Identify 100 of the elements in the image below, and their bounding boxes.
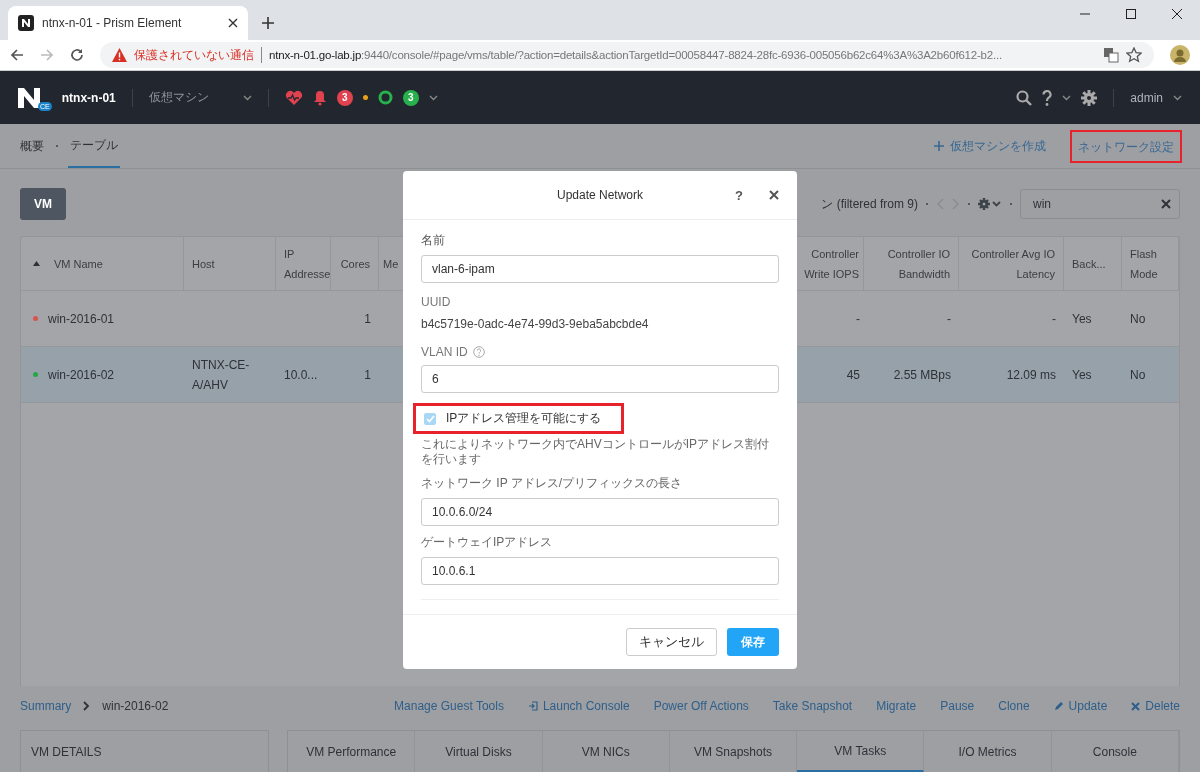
close-icon[interactable] [228,18,238,28]
search-field[interactable]: win [1020,189,1180,219]
bell-icon[interactable] [312,89,327,106]
star-icon[interactable] [1126,47,1142,63]
column-header[interactable]: IP Addresse [284,243,330,284]
table-cell-text: Yes [1072,366,1092,384]
maximize-icon[interactable] [1126,9,1136,19]
delete-icon [1131,701,1141,711]
table-cell-text: 12.09 ms [1006,366,1056,384]
cancel-button[interactable]: キャンセル [626,628,717,656]
settings-icon[interactable] [1081,89,1098,106]
view-tab[interactable]: 概要 [18,124,46,168]
table-cell-text: 10.0... [284,366,318,384]
action-link[interactable]: Manage Guest Tools [394,699,504,713]
action-link[interactable]: Clone [998,699,1030,713]
save-button[interactable]: 保存 [727,628,779,656]
caret-icon[interactable] [428,94,438,101]
status-dot-icon [362,95,368,100]
action-link[interactable]: Pause [940,699,975,713]
vm-button[interactable]: VM [20,188,66,220]
new-tab-icon[interactable] [262,17,274,29]
column-header[interactable]: Me [383,253,399,274]
breadcrumb-link[interactable]: Summary [20,699,72,713]
logo-icon [18,15,34,31]
alert-count[interactable]: 3 [336,89,353,106]
column-header[interactable]: Controller Avg IO Latency [967,243,1055,284]
field-label: UUID [421,295,452,309]
cluster-name[interactable]: ntnx-n-01 [61,90,116,105]
plus-icon [934,141,944,151]
checkbox-label[interactable]: IPアドレス管理を可能にする [446,410,602,427]
table-cell-text: - [947,310,951,328]
tab-title: ntnx-n-01 - Prism Element [42,16,183,30]
table-cell-text: 2.55 MBps [893,366,951,384]
field-label: ゲートウェイIPアドレス [421,534,554,551]
column-header[interactable]: Controller IO Bandwidth [872,243,950,284]
column-header[interactable]: Back... [1072,253,1106,274]
column-header[interactable]: VM Name [54,253,103,274]
details-tab[interactable]: VM Tasks [797,731,925,772]
section-menu[interactable]: 仮想マシン [148,89,209,106]
gateway-field[interactable]: 10.0.6.1 [421,557,779,585]
action-link[interactable]: Power Off Actions [653,699,749,713]
caret-icon[interactable] [242,94,252,101]
details-tab[interactable]: VM NICs [542,731,670,772]
sort-icon[interactable] [33,261,40,266]
browser-tab[interactable]: ntnx-n-01 - Prism Element [8,6,248,40]
action-link[interactable]: Take Snapshot [772,699,853,713]
close-icon[interactable] [1172,9,1182,19]
table-cell-text: win-2016-02 [48,366,115,384]
column-header[interactable]: Cores [340,253,370,274]
table-cell-text: win-2016-01 [48,310,115,328]
dialog-title: Update Network [556,188,645,202]
back-icon[interactable] [10,48,24,62]
table-cell-text: No [1130,310,1146,328]
details-tab[interactable]: I/O Metrics [924,731,1052,772]
table-cell-text: Yes [1072,310,1092,328]
close-icon[interactable] [769,190,779,200]
action-link[interactable]: Launch Console [527,699,630,713]
clear-icon[interactable] [1161,199,1171,209]
launch-icon [527,701,538,711]
action-link[interactable]: Update [1053,699,1108,713]
health-count[interactable]: 3 [402,89,419,106]
uuid-value: b4c5719e-0adc-4e74-99d3-9eba5abcbde4 [421,317,650,331]
column-header[interactable]: Host [192,253,215,274]
address-bar[interactable]: 保護されていない通信 ntnx-n-01.go-lab.jp:9440/console/#page/vms/table/?action=details&actionTargetId=00058447-8824-28fc-6936-005056b62c64%3A%3A2b60f612-b2... [100,42,1154,68]
checkbox[interactable] [424,412,436,425]
help-icon[interactable] [1042,89,1053,106]
view-tab[interactable]: テーブル [68,124,120,168]
field-label: 名前 [421,232,446,249]
heart-icon[interactable] [284,89,303,106]
prefix-field[interactable]: 10.0.6.0/24 [421,498,779,526]
help-text: これによりネットワーク内でAHVコントロールがIPアドレス割付を行います [421,437,770,467]
name-field[interactable]: vlan-6-ipam [421,255,779,283]
ring-icon[interactable] [377,90,393,105]
url-text: ntnx-n-01.go-lab.jp:9440/console/#page/vms/table/?action=details&actionTargetId=00058447-8824-28fc-6936-005056b62c64%3A%3A2b60f612-b2... [269,49,1003,61]
field-label: ネットワーク IP アドレス/プリフィックスの長さ [421,475,684,492]
caret-icon[interactable] [1062,94,1072,101]
details-tab[interactable]: Console [1051,731,1179,772]
reload-icon[interactable] [70,48,84,62]
caret-icon[interactable] [1173,94,1182,101]
table-cell-text: 1 [364,366,371,384]
table-cell-text: No [1130,366,1146,384]
action-link[interactable]: Migrate [876,699,917,713]
search-icon[interactable] [1016,89,1033,106]
user-menu[interactable]: admin [1130,90,1163,105]
details-tab[interactable]: VM Performance [288,731,416,772]
help-link[interactable]: ? [735,187,743,203]
details-tab[interactable]: VM Snapshots [669,731,798,772]
details-tab[interactable]: Virtual Disks [415,731,543,772]
settings-icon[interactable] [978,198,1002,210]
security-warning: 保護されていない通信 [134,46,254,64]
vlan-id-field[interactable]: 6 [421,365,779,393]
field-label: VLAN ID [421,345,468,359]
table-cell-text: - [1052,310,1056,328]
column-header[interactable]: Flash Mode [1130,243,1170,284]
avatar-icon[interactable] [1170,45,1190,65]
breadcrumb-current: win-2016-02 [102,699,169,713]
translate-icon[interactable] [1103,47,1119,63]
table-cell-text: NTNX-CE-A/AHV [192,356,251,394]
table-cell-text: - [856,310,860,328]
action-link[interactable]: Delete [1131,699,1180,713]
